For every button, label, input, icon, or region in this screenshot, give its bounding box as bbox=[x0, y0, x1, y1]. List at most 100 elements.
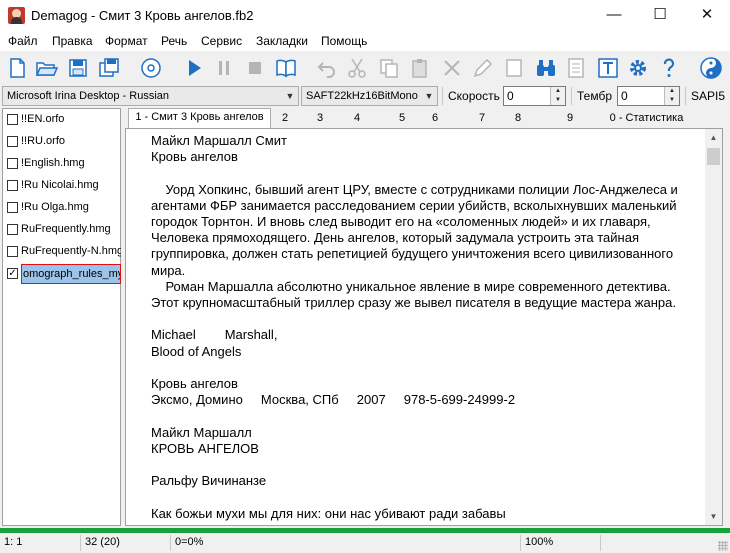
text-editor[interactable]: Майкл Маршалл Смит Кровь ангелов Уорд Хо… bbox=[125, 128, 723, 526]
vertical-scrollbar[interactable]: ▲ ▼ bbox=[705, 129, 722, 525]
speed-label: Скорость bbox=[448, 89, 500, 103]
title-bar[interactable]: Demagog - Смит 3 Кровь ангелов.fb2 — ☐ ✕ bbox=[0, 0, 730, 31]
checkbox[interactable] bbox=[7, 136, 18, 147]
tab-statistics[interactable]: 0 - Статистика bbox=[605, 110, 688, 128]
tab-6[interactable]: 6 bbox=[425, 110, 445, 128]
checkbox-checked[interactable]: ✓ bbox=[7, 268, 18, 279]
menu-file[interactable]: Файл bbox=[8, 34, 38, 48]
menu-edit[interactable]: Правка bbox=[52, 34, 93, 48]
open-folder-icon[interactable] bbox=[34, 56, 58, 80]
chevron-down-icon: ▼ bbox=[424, 91, 434, 101]
stepper-down-icon[interactable]: ▼ bbox=[665, 96, 679, 105]
dictionary-label: RuFrequently-N.hmg bbox=[21, 245, 121, 257]
menu-bookmarks[interactable]: Закладки bbox=[256, 34, 308, 48]
list-item[interactable]: !!EN.orfo bbox=[5, 110, 121, 130]
scroll-down-icon[interactable]: ▼ bbox=[705, 508, 722, 525]
tab-8[interactable]: 8 bbox=[508, 110, 528, 128]
list-item[interactable]: !Ru Olga.hmg bbox=[5, 198, 121, 218]
document-icon bbox=[564, 56, 588, 80]
book-icon[interactable] bbox=[274, 56, 298, 80]
tab-2[interactable]: 2 bbox=[275, 110, 295, 128]
tab-3[interactable]: 3 bbox=[310, 110, 330, 128]
toolbar bbox=[0, 51, 730, 85]
cut-icon bbox=[345, 56, 369, 80]
yin-yang-icon[interactable] bbox=[699, 56, 723, 80]
menu-service[interactable]: Сервис bbox=[201, 34, 242, 48]
resize-grip-icon[interactable] bbox=[718, 541, 728, 551]
separator bbox=[600, 535, 601, 551]
cursor-position: 1: 1 bbox=[4, 536, 23, 548]
tab-4[interactable]: 4 bbox=[347, 110, 367, 128]
menu-format[interactable]: Формат bbox=[105, 34, 148, 48]
menu-bar: Файл Правка Формат Речь Сервис Закладки … bbox=[0, 31, 730, 51]
checkbox[interactable] bbox=[7, 246, 18, 257]
separator bbox=[442, 87, 443, 105]
list-item[interactable]: RuFrequently-N.hmg bbox=[5, 242, 121, 262]
voice-engine-select[interactable]: Microsoft Irina Desktop - Russian ▼ bbox=[2, 86, 299, 106]
stepper-down-icon[interactable]: ▼ bbox=[551, 96, 565, 105]
save-all-icon[interactable] bbox=[97, 56, 121, 80]
dictionary-label: !Ru Olga.hmg bbox=[21, 201, 89, 213]
tab-1[interactable]: 1 - Смит 3 Кровь ангелов bbox=[128, 108, 271, 130]
list-item[interactable]: !!RU.orfo bbox=[5, 132, 121, 152]
menu-help[interactable]: Помощь bbox=[321, 34, 367, 48]
checkbox[interactable] bbox=[7, 224, 18, 235]
separator bbox=[170, 535, 171, 551]
read-cd-icon[interactable] bbox=[139, 56, 163, 80]
paste-icon bbox=[408, 56, 432, 80]
maximize-button[interactable]: ☐ bbox=[637, 0, 683, 31]
checkbox[interactable] bbox=[7, 202, 18, 213]
separator bbox=[571, 87, 572, 105]
app-logo-icon[interactable] bbox=[8, 7, 25, 24]
frame-icon bbox=[502, 56, 526, 80]
list-item[interactable]: !Ru Nicolai.hmg bbox=[5, 176, 121, 196]
list-item[interactable]: RuFrequently.hmg bbox=[5, 220, 121, 240]
separator bbox=[685, 87, 686, 105]
timbre-stepper[interactable]: 0 ▲ ▼ bbox=[617, 86, 680, 106]
list-item-selected[interactable]: ✓ omograph_rules_myth bbox=[5, 264, 121, 284]
dictionary-label: !!RU.orfo bbox=[21, 135, 66, 147]
close-button[interactable]: ✕ bbox=[684, 0, 730, 31]
speed-stepper[interactable]: 0 ▲ ▼ bbox=[503, 86, 566, 106]
binoculars-icon[interactable] bbox=[534, 56, 558, 80]
list-item[interactable]: !English.hmg bbox=[5, 154, 121, 174]
stepper-buttons[interactable]: ▲ ▼ bbox=[550, 87, 565, 105]
document-text[interactable]: Майкл Маршалл Смит Кровь ангелов Уорд Хо… bbox=[151, 133, 696, 522]
tab-5[interactable]: 5 bbox=[392, 110, 412, 128]
gear-icon[interactable] bbox=[626, 56, 650, 80]
voice-engine-value: Microsoft Irina Desktop - Russian bbox=[7, 90, 169, 102]
scroll-up-icon[interactable]: ▲ bbox=[705, 129, 722, 146]
checkbox[interactable] bbox=[7, 114, 18, 125]
checkbox[interactable] bbox=[7, 180, 18, 191]
voice-settings-bar: Microsoft Irina Desktop - Russian ▼ SAFT… bbox=[0, 85, 730, 107]
delete-icon bbox=[440, 56, 464, 80]
audio-format-select[interactable]: SAFT22kHz16BitMono ▼ bbox=[301, 86, 438, 106]
window-title: Demagog - Смит 3 Кровь ангелов.fb2 bbox=[31, 8, 254, 23]
menu-speech[interactable]: Речь bbox=[161, 34, 187, 48]
speed-value: 0 bbox=[507, 89, 514, 103]
play-icon[interactable] bbox=[182, 56, 206, 80]
scroll-thumb[interactable] bbox=[707, 148, 720, 165]
dictionary-label: !!EN.orfo bbox=[21, 113, 65, 125]
tab-9[interactable]: 9 bbox=[560, 110, 580, 128]
document-tabs: 1 - Смит 3 Кровь ангелов 2 3 4 5 6 7 8 9… bbox=[125, 108, 730, 130]
text-t-icon[interactable] bbox=[596, 56, 620, 80]
minimize-button[interactable]: — bbox=[591, 0, 637, 31]
timbre-value: 0 bbox=[621, 89, 628, 103]
copy-icon bbox=[377, 56, 401, 80]
stop-icon bbox=[243, 56, 267, 80]
help-icon[interactable] bbox=[657, 56, 681, 80]
read-progress: 0=0% bbox=[175, 536, 204, 548]
stepper-up-icon[interactable]: ▲ bbox=[551, 87, 565, 96]
save-icon[interactable] bbox=[66, 56, 90, 80]
pause-icon bbox=[212, 56, 236, 80]
stepper-up-icon[interactable]: ▲ bbox=[665, 87, 679, 96]
new-file-icon[interactable] bbox=[5, 56, 29, 80]
tab-7[interactable]: 7 bbox=[472, 110, 492, 128]
status-bar: 1: 1 32 (20) 0=0% 100% bbox=[0, 533, 730, 553]
checkbox[interactable] bbox=[7, 158, 18, 169]
dictionary-label: !Ru Nicolai.hmg bbox=[21, 179, 99, 191]
chevron-down-icon: ▼ bbox=[285, 91, 295, 101]
edit-icon bbox=[471, 56, 495, 80]
stepper-buttons[interactable]: ▲ ▼ bbox=[664, 87, 679, 105]
